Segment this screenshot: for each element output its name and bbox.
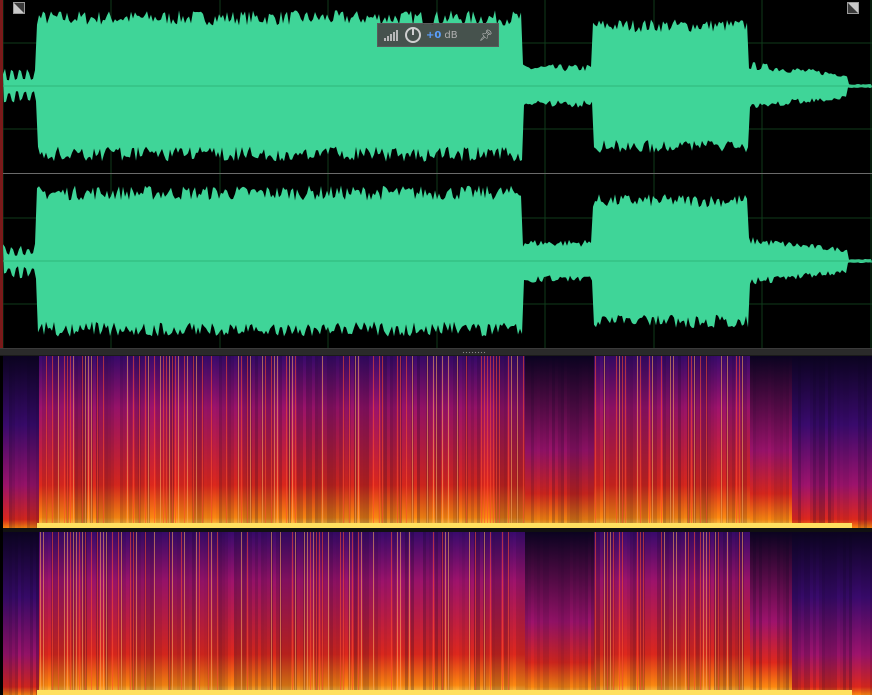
gain-value[interactable]: +0	[426, 30, 441, 41]
splitter-grip-icon[interactable]	[462, 351, 486, 354]
volume-knob-icon[interactable]	[405, 27, 421, 43]
zoom-out-corner-icon[interactable]	[847, 2, 859, 14]
waveform-canvas[interactable]	[3, 0, 872, 348]
gain-unit: dB	[444, 29, 458, 41]
audio-editor: +0 dB 📌︎	[0, 0, 872, 695]
view-splitter[interactable]	[0, 348, 872, 356]
pin-icon[interactable]: 📌︎	[479, 29, 493, 42]
signal-bars-icon	[384, 29, 400, 41]
spectral-display[interactable]	[3, 356, 872, 695]
gain-hud[interactable]: +0 dB 📌︎	[377, 23, 499, 47]
spectral-canvas[interactable]	[3, 356, 872, 695]
zoom-in-corner-icon[interactable]	[13, 2, 25, 14]
waveform-display[interactable]	[3, 0, 872, 348]
